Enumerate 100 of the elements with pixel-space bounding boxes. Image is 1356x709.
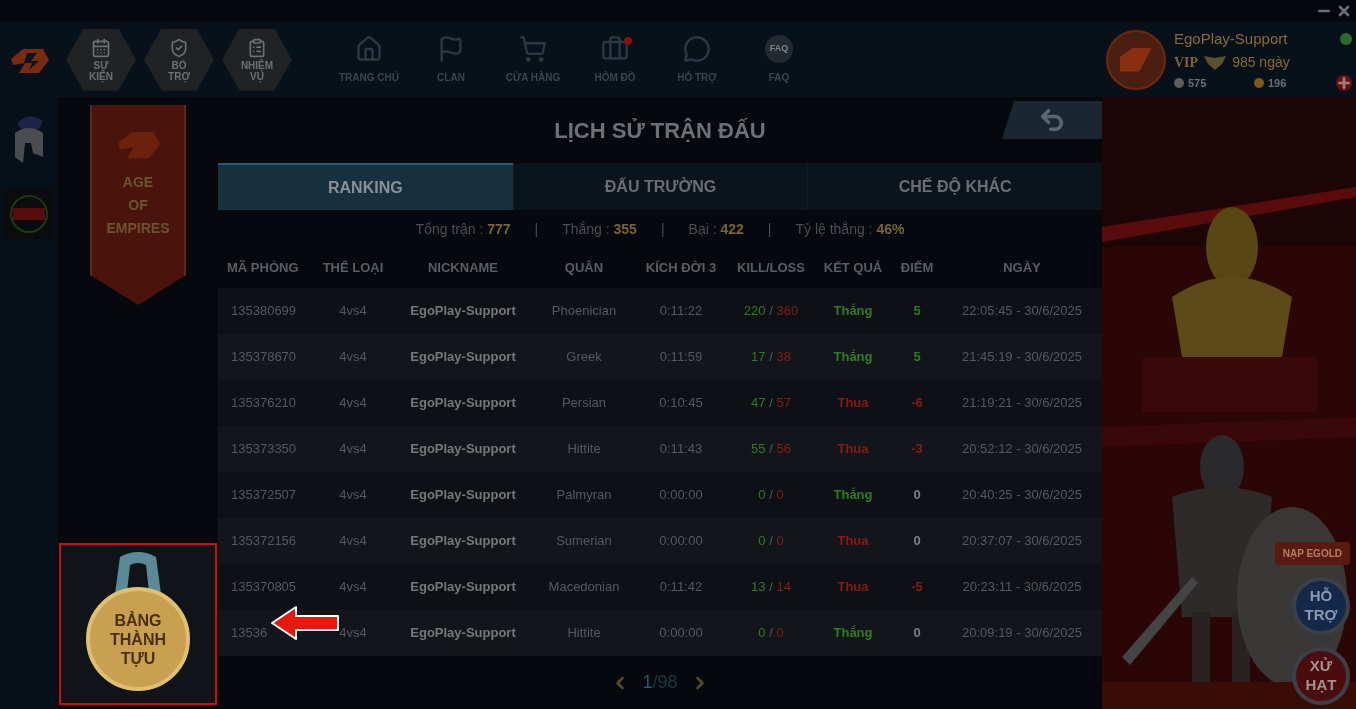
banner-text: OF <box>128 196 148 215</box>
column-header: KILL/LOSS <box>736 259 806 278</box>
table-cell-text: 135378670 <box>230 348 298 367</box>
table-cell-text: 4vs4 <box>338 440 368 459</box>
table-cell-text: 135376210 <box>230 394 298 413</box>
achievement-button[interactable]: BẢNG THÀNH TỰU <box>59 543 217 705</box>
table-cell-text: EgoPlay-Support <box>409 578 517 597</box>
table-cell-text: EgoPlay-Support <box>409 486 517 505</box>
table-cell-text: 20:23:11 - 30/6/2025 <box>961 578 1083 597</box>
table-cell-text: EgoPlay-Support <box>409 394 517 413</box>
inventory-icon <box>601 35 629 63</box>
hex-menu-button[interactable]: BỔ TRỢ <box>144 28 214 91</box>
table-cell-text: 20:37:07 - 30/6/2025 <box>961 532 1083 551</box>
back-button[interactable] <box>1002 101 1102 139</box>
table-cell-text: Macedonian <box>547 578 621 597</box>
table-cell-text: 20:09:19 - 30/6/2025 <box>961 624 1083 643</box>
table-cell-text: Thắng <box>832 302 874 321</box>
table-cell-text: Hittite <box>566 624 602 643</box>
table-cell-text: EgoPlay-Support <box>409 302 517 321</box>
table-cell-text: 0 <box>912 532 922 551</box>
table-cell-text: 4vs4 <box>338 532 368 551</box>
column-header: NICKNAME <box>426 259 500 278</box>
table-cell-text: Thắng <box>832 348 874 367</box>
table-cell-text: Thua <box>836 394 870 413</box>
stat: Tỷ lệ thắng : 46% <box>795 219 905 239</box>
column-header: QUÂN <box>563 259 605 278</box>
table-cell-text: 0 / 0 <box>757 532 785 551</box>
chat-icon <box>683 35 711 63</box>
tab[interactable]: ĐẤU TRƯỜNG <box>512 163 808 210</box>
table-cell-text: 0:11:22 <box>658 302 704 321</box>
coin-icon <box>1174 78 1184 89</box>
table-cell-text: 13 / 14 <box>750 578 792 597</box>
arrow-icon <box>270 605 340 641</box>
page-indicator: 1/98 <box>642 671 678 694</box>
table-cell-text: 0:00:00 <box>658 532 704 551</box>
close-icon[interactable] <box>1336 3 1352 19</box>
add-currency-icon[interactable] <box>1336 75 1352 92</box>
table-cell-text: 135373350 <box>230 440 298 459</box>
shop-icon <box>519 35 547 63</box>
table-cell-text: 0 <box>912 624 922 643</box>
table-cell-text: Phoenician <box>550 302 618 321</box>
table-cell-text: 20:40:25 - 30/6/2025 <box>961 486 1083 505</box>
page-title: LỊCH SỬ TRẬN ĐẤU <box>554 116 766 145</box>
table-cell-text: EgoPlay-Support <box>409 440 517 459</box>
tab[interactable]: RANKING <box>218 163 513 210</box>
table-cell-text: 0:11:59 <box>658 348 704 367</box>
table-cell-text: 220 / 360 <box>742 302 800 321</box>
coin-icon <box>1254 78 1264 89</box>
stat: Bại : 422 <box>688 219 744 239</box>
column-header: MÃ PHÒNG <box>226 259 300 278</box>
table-cell-text: 21:45:19 - 30/6/2025 <box>961 348 1083 367</box>
table-cell-text: Persian <box>560 394 608 413</box>
table-cell-text: 4vs4 <box>338 302 368 321</box>
table-cell-text: 0:11:42 <box>658 578 704 597</box>
table-cell-text: 4vs4 <box>338 486 368 505</box>
game-banner[interactable]: AGE OF EMPIRES <box>90 105 186 305</box>
table-cell-text: 55 / 56 <box>750 440 792 459</box>
table-cell-text: Thắng <box>832 486 874 505</box>
wings-icon <box>1202 55 1229 70</box>
table-cell-text: Palmyran <box>555 486 613 505</box>
table-cell-text: Thắng <box>832 624 874 643</box>
table-cell-text: 0 / 0 <box>757 486 785 505</box>
table-cell-text: 4vs4 <box>338 394 368 413</box>
table-cell-text: Thua <box>836 532 870 551</box>
column-header: ĐIỂM <box>899 259 935 278</box>
home-icon <box>355 35 383 63</box>
coin-balance: 196 <box>1268 76 1288 91</box>
table-cell-text: 5 <box>912 348 922 367</box>
table-cell-text: 4vs4 <box>338 624 368 643</box>
column-header: KẾT QUẢ <box>822 259 884 278</box>
table-cell-text: 0 / 0 <box>757 624 785 643</box>
table-cell-text: EgoPlay-Support <box>409 624 517 643</box>
game-logo-icon[interactable] <box>5 189 53 239</box>
table-cell-text: 21:19:21 - 30/6/2025 <box>961 394 1083 413</box>
vip-label: VIP <box>1174 54 1199 72</box>
clipboard-icon <box>247 37 267 58</box>
table-cell-text: -5 <box>910 578 924 597</box>
stat: Thắng : 355 <box>562 219 637 239</box>
shield-icon <box>169 37 189 58</box>
table-cell-text: 17 / 38 <box>750 348 792 367</box>
table-cell-text: 135370805 <box>230 578 298 597</box>
tab[interactable]: CHẾ ĐỘ KHÁC <box>807 163 1102 210</box>
column-header: NGÀY <box>1002 259 1042 278</box>
achievement-label: BẢNG THÀNH TỰU <box>86 587 190 691</box>
table-cell-text: Greek <box>565 348 603 367</box>
banner-text: EMPIRES <box>106 219 170 238</box>
column-header: KÍCH ĐỜI 3 <box>644 259 718 278</box>
hex-menu-button[interactable]: NHIỆM VỤ <box>222 28 292 91</box>
top-up-button[interactable]: NẠP EGOLD <box>1274 542 1350 565</box>
table-cell-text: Thua <box>836 578 870 597</box>
status-icon <box>1340 32 1352 45</box>
table-cell-text: 20:52:12 - 30/6/2025 <box>961 440 1083 459</box>
table-cell-text: 0 <box>912 486 922 505</box>
table-cell-text: -6 <box>910 394 924 413</box>
hex-menu-button[interactable]: SỰ KIỆN <box>66 28 136 91</box>
stat: Tổng trận : 777 <box>415 219 511 239</box>
table-cell-text: 4vs4 <box>338 578 368 597</box>
table-cell-text: Hittite <box>566 440 602 459</box>
coin-balance: 575 <box>1188 76 1208 91</box>
stats-separator: | <box>534 219 539 239</box>
